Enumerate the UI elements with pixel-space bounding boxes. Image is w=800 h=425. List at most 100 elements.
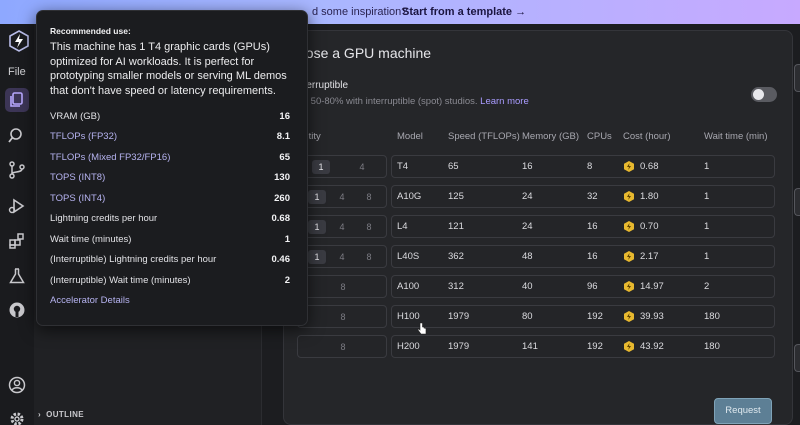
quantity-selector[interactable]: 148 [297, 245, 387, 268]
cell-memory: 40 [522, 281, 533, 292]
interruptible-description: ve 50-80% with interruptible (spot) stud… [298, 96, 529, 107]
pointer-cursor-icon [418, 322, 427, 334]
cell-memory: 24 [522, 191, 533, 202]
gpu-row-l4[interactable]: 1 4 8 L4 121 24 16 0.70 1 [297, 215, 775, 238]
gpu-row-t4[interactable]: 1 4 T4 65 16 8 0.68 1 [297, 155, 775, 178]
cell-speed: 1979 [448, 341, 470, 352]
file-menu[interactable]: File [8, 66, 26, 78]
spec-value: 2 [284, 275, 290, 286]
cell-cpus: 16 [587, 221, 598, 232]
quantity-option-8[interactable]: 8 [334, 310, 352, 324]
credit-coin-icon [624, 251, 634, 262]
search-icon[interactable] [5, 124, 29, 148]
quantity-option-4[interactable]: 4 [333, 250, 351, 264]
cell-speed: 65 [448, 161, 459, 172]
activity-bar: File [0, 24, 34, 425]
cell-cpus: 96 [587, 281, 598, 292]
quantity-option-1[interactable]: 1 [308, 250, 326, 264]
account-icon[interactable] [5, 373, 29, 397]
edge-panel-bottom [794, 344, 800, 372]
spec-label[interactable]: TFLOPs (Mixed FP32/FP16) [50, 152, 170, 163]
dialog-title: oose a GPU machine [298, 45, 432, 61]
learn-more-link[interactable]: Learn more [480, 96, 529, 107]
start-from-template-link[interactable]: Start from a template → [402, 6, 526, 18]
lightning-logo-icon[interactable] [9, 30, 29, 52]
quantity-selector[interactable]: 14 [297, 155, 387, 178]
gpu-row-h200[interactable]: 8 H200 1979 141 192 43.92 180 [297, 335, 775, 358]
interruptible-toggle[interactable] [751, 87, 777, 102]
cell-cost: 2.17 [640, 251, 659, 262]
cell-memory: 16 [522, 161, 533, 172]
spec-row: TFLOPs (Mixed FP32/FP16) 65 [50, 152, 290, 166]
spec-label: (Interruptible) Lightning credits per ho… [50, 254, 217, 265]
cell-wait: 1 [704, 191, 710, 202]
spec-row: TOPS (INT8) 130 [50, 172, 290, 186]
spec-value: 16 [279, 111, 290, 122]
quantity-option-8[interactable]: 8 [334, 280, 352, 294]
extensions-icon[interactable] [5, 229, 29, 253]
quantity-selector[interactable]: 8 [297, 305, 387, 328]
header-model: Model [397, 131, 423, 142]
cell-memory: 24 [522, 221, 533, 232]
quantity-option-1[interactable]: 1 [308, 220, 326, 234]
cell-model: A100 [397, 281, 420, 292]
settings-icon[interactable] [5, 407, 29, 425]
cell-model: L40S [397, 251, 420, 262]
gpu-row-l40s[interactable]: 1 4 8 L40S 362 48 16 2.17 1 [297, 245, 775, 268]
gpu-row-a100[interactable]: 8 A100 312 40 96 14.97 2 [297, 275, 775, 298]
quantity-option-4[interactable]: 4 [353, 160, 371, 174]
credit-coin-icon [624, 191, 634, 202]
quantity-selector[interactable]: 8 [297, 275, 387, 298]
banner-text: d some inspiration? [312, 6, 408, 18]
quantity-option-8[interactable]: 8 [360, 250, 378, 264]
quantity-selector[interactable]: 148 [297, 185, 387, 208]
request-button[interactable]: Request [714, 398, 772, 424]
run-debug-icon[interactable] [5, 194, 29, 218]
interruptible-sub-text: ve 50-80% with interruptible (spot) stud… [298, 96, 478, 107]
cell-cpus: 192 [587, 341, 603, 352]
flask-icon[interactable] [5, 264, 29, 288]
header-memory: Memory (GB) [522, 131, 579, 142]
spec-value: 65 [279, 152, 290, 163]
cell-memory: 141 [522, 341, 538, 352]
spec-value: 130 [274, 172, 290, 183]
quantity-option-8[interactable]: 8 [334, 340, 352, 354]
quantity-option-1[interactable]: 1 [312, 160, 330, 174]
cell-cost: 39.93 [640, 311, 664, 322]
spec-label[interactable]: TOPS (INT8) [50, 172, 105, 183]
gpu-row-h100[interactable]: 8 H100 1979 80 192 39.93 180 [297, 305, 775, 328]
quantity-option-8[interactable]: 8 [360, 190, 378, 204]
quantity-selector[interactable]: 8 [297, 335, 387, 358]
source-control-icon[interactable] [5, 158, 29, 182]
cell-memory: 80 [522, 311, 533, 322]
accelerator-details-link[interactable]: Accelerator Details [50, 295, 130, 306]
spec-label[interactable]: TFLOPs (FP32) [50, 131, 117, 142]
credit-coin-icon [624, 311, 634, 322]
quantity-selector[interactable]: 148 [297, 215, 387, 238]
quantity-option-8[interactable]: 8 [360, 220, 378, 234]
spec-row: Wait time (minutes) 1 [50, 234, 290, 248]
cell-speed: 121 [448, 221, 464, 232]
spec-label[interactable]: TOPS (INT4) [50, 193, 105, 204]
outline-label: OUTLINE [46, 410, 84, 419]
quantity-option-1[interactable]: 1 [308, 190, 326, 204]
tooltip-heading: Recommended use: [50, 26, 131, 36]
cell-wait: 1 [704, 221, 710, 232]
cell-cost: 0.70 [640, 221, 659, 232]
spec-value: 260 [274, 193, 290, 204]
cell-cpus: 8 [587, 161, 593, 172]
credit-coin-icon [624, 161, 634, 172]
quantity-option-4[interactable]: 4 [333, 220, 351, 234]
edge-panel-middle [794, 188, 800, 216]
spec-label: VRAM (GB) [50, 111, 101, 122]
header-speed: Speed (TFLOPs) [448, 131, 520, 142]
quantity-option-4[interactable]: 4 [333, 190, 351, 204]
cell-model: T4 [397, 161, 409, 172]
outline-section[interactable]: › OUTLINE [38, 410, 84, 419]
github-icon[interactable] [5, 298, 29, 322]
cell-model: H200 [397, 341, 420, 352]
cell-speed: 362 [448, 251, 464, 262]
files-icon[interactable] [5, 88, 29, 112]
gpu-row-a10g[interactable]: 1 4 8 A10G 125 24 32 1.80 1 [297, 185, 775, 208]
spec-value: 8.1 [276, 131, 290, 142]
